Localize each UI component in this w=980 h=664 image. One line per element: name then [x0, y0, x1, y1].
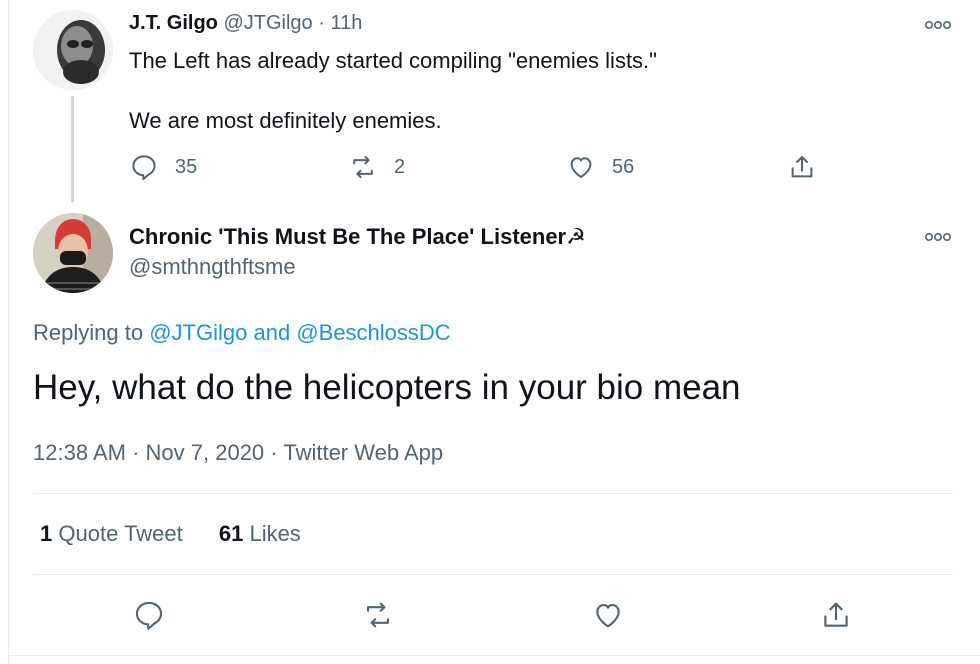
likes-count: 61 — [218, 521, 244, 546]
retweet-icon — [348, 152, 378, 182]
like-button[interactable]: 56 — [566, 152, 634, 182]
retweet-icon — [361, 602, 395, 636]
divider — [33, 574, 953, 575]
reply-button[interactable] — [132, 598, 166, 637]
mention-link[interactable]: @JTGilgo — [149, 320, 247, 345]
reply-icon — [129, 152, 159, 182]
thread-connector-line — [71, 96, 74, 202]
tweet-text-line1: The Left has already started compiling "… — [129, 48, 657, 73]
author-handle[interactable]: @smthngthftsme — [129, 254, 296, 280]
author-name[interactable]: J.T. Gilgo — [129, 12, 218, 34]
share-icon — [819, 602, 853, 636]
quote-count: 1 — [40, 521, 53, 546]
dot-separator: · — [318, 12, 325, 34]
retweet-button[interactable] — [361, 598, 395, 637]
quote-tweets-stat[interactable]: 1 Quote Tweet — [40, 521, 183, 547]
share-icon — [787, 152, 817, 182]
tweet-text-line2: We are most definitely enemies. — [129, 108, 442, 133]
timeline-border-left — [8, 0, 9, 664]
tweet-source: Twitter Web App — [283, 440, 444, 465]
more-icon[interactable] — [923, 18, 955, 32]
timeline-border-bottom — [8, 655, 980, 656]
more-icon[interactable] — [923, 230, 955, 244]
avatar[interactable] — [33, 213, 113, 293]
dot-separator: · — [270, 440, 278, 465]
reply-count: 35 — [175, 155, 198, 178]
heart-icon — [591, 604, 625, 636]
like-button[interactable] — [591, 598, 625, 637]
divider — [33, 493, 953, 494]
avatar[interactable] — [33, 10, 113, 90]
dot-separator: · — [132, 440, 140, 465]
like-count: 56 — [612, 155, 635, 178]
quote-label: Quote Tweet — [58, 521, 183, 546]
retweet-count: 2 — [394, 155, 406, 178]
share-button[interactable] — [819, 598, 853, 637]
tweet-stats: 1 Quote Tweet 61 Likes — [40, 521, 331, 547]
author-name[interactable]: Chronic 'This Must Be The Place' Listene… — [129, 224, 586, 250]
retweet-button[interactable]: 2 — [348, 152, 405, 182]
tweet-time[interactable]: 12:38 AM — [33, 440, 126, 465]
tweet-time[interactable]: 11h — [330, 12, 362, 34]
replying-to: Replying to @JTGilgo and @BeschlossDC — [33, 320, 451, 346]
reply-icon — [132, 601, 166, 636]
tweet-text: Hey, what do the helicopters in your bio… — [33, 368, 741, 407]
tweet-metadata: 12:38 AM · Nov 7, 2020 · Twitter Web App — [33, 440, 443, 466]
author-handle[interactable]: @JTGilgo — [223, 12, 312, 34]
replying-prefix: Replying to — [33, 320, 144, 345]
likes-label: Likes — [249, 521, 301, 546]
tweet-date[interactable]: Nov 7, 2020 — [146, 440, 265, 465]
replying-and[interactable]: and — [253, 320, 290, 345]
parent-tweet-header: J.T. Gilgo @JTGilgo · 11h — [129, 12, 362, 35]
heart-icon — [566, 152, 596, 182]
mention-link[interactable]: @BeschlossDC — [296, 320, 450, 345]
share-button[interactable] — [787, 152, 817, 182]
reply-button[interactable]: 35 — [129, 152, 197, 182]
likes-stat[interactable]: 61 Likes — [219, 521, 301, 547]
